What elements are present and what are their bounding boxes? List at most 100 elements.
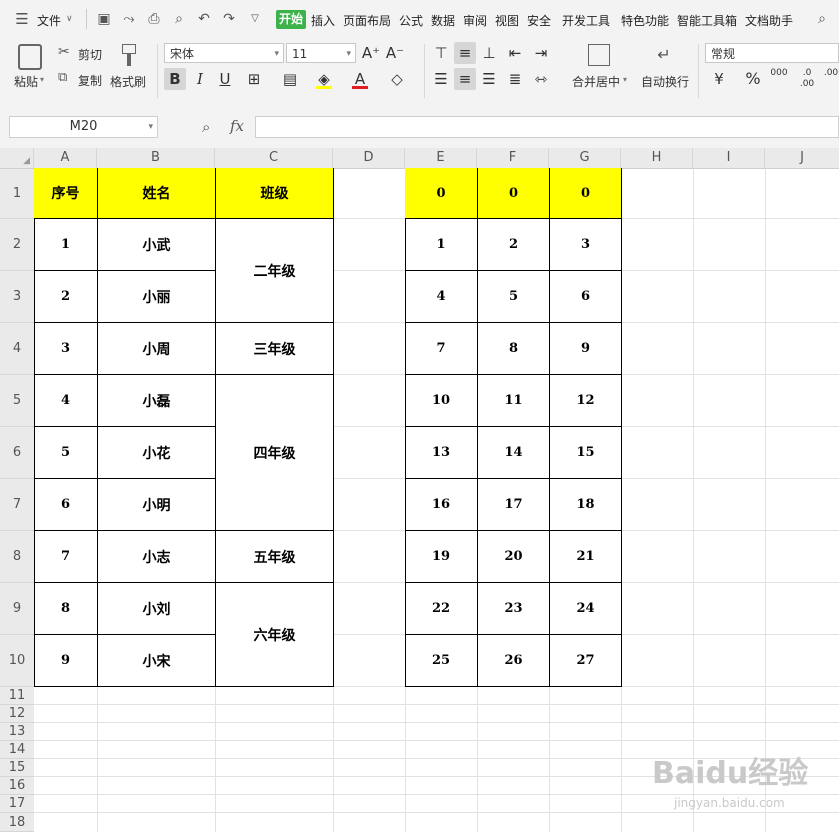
print-preview-icon[interactable]: ⌕ bbox=[171, 11, 187, 27]
font-color-icon[interactable]: A bbox=[349, 68, 371, 90]
seq-cell[interactable]: 4 bbox=[34, 375, 98, 427]
number-cell[interactable]: 2 bbox=[478, 219, 550, 271]
clear-format-icon[interactable]: ◇ bbox=[386, 68, 408, 90]
seq-cell[interactable]: 2 bbox=[34, 271, 98, 323]
column-header[interactable]: A bbox=[34, 148, 97, 168]
column-header[interactable]: F bbox=[477, 148, 549, 168]
name-box[interactable]: M20 ▾ bbox=[9, 116, 158, 138]
row-header[interactable]: 11 bbox=[0, 687, 34, 705]
number-cell[interactable]: 6 bbox=[550, 271, 622, 323]
name-cell[interactable]: 小周 bbox=[98, 323, 216, 375]
column-header[interactable]: C bbox=[215, 148, 333, 168]
number-cell[interactable]: 15 bbox=[550, 427, 622, 479]
number-cell[interactable]: 27 bbox=[550, 635, 622, 687]
zoom-search-icon[interactable]: ⌕ bbox=[202, 118, 210, 136]
decrease-indent-icon[interactable]: ⇤ bbox=[504, 42, 526, 64]
row-header[interactable]: 16 bbox=[0, 777, 34, 795]
row-header[interactable]: 1 bbox=[0, 169, 34, 219]
tab-developer[interactable]: 开发工具 bbox=[562, 12, 610, 29]
tab-data[interactable]: 数据 bbox=[431, 12, 455, 29]
wrap-text-button[interactable]: 自动换行 bbox=[641, 73, 689, 90]
grade-merged-cell[interactable]: 三年级 bbox=[216, 323, 334, 375]
justify-icon[interactable]: ≣ bbox=[504, 68, 526, 90]
number-cell[interactable]: 3 bbox=[550, 219, 622, 271]
align-middle-icon[interactable]: ≡ bbox=[454, 42, 476, 64]
name-cell[interactable]: 小丽 bbox=[98, 271, 216, 323]
number-cell[interactable]: 8 bbox=[478, 323, 550, 375]
wrap-text-icon[interactable]: ↵ bbox=[652, 44, 676, 66]
numbers-header-cell[interactable]: 0 bbox=[478, 168, 550, 219]
print-icon[interactable]: ⎙ bbox=[146, 11, 162, 27]
row-header[interactable]: 15 bbox=[0, 759, 34, 777]
customize-toolbar-icon[interactable]: ▽ bbox=[247, 11, 263, 27]
format-painter-icon[interactable] bbox=[120, 44, 138, 70]
increase-font-size-button[interactable]: A⁺ bbox=[360, 42, 382, 64]
copy-icon[interactable]: ⧉ bbox=[58, 70, 67, 85]
number-cell[interactable]: 17 bbox=[478, 479, 550, 531]
decrease-font-size-button[interactable]: A⁻ bbox=[384, 42, 406, 64]
font-name-select[interactable]: 宋体 ▾ bbox=[164, 43, 284, 63]
name-cell[interactable]: 小磊 bbox=[98, 375, 216, 427]
align-bottom-icon[interactable]: ⊥ bbox=[478, 42, 500, 64]
column-header[interactable]: I bbox=[693, 148, 765, 168]
fx-icon[interactable]: fx bbox=[230, 117, 244, 135]
align-right-icon[interactable]: ☰ bbox=[478, 68, 500, 90]
currency-icon[interactable]: ¥ bbox=[708, 68, 730, 90]
row-header[interactable]: 6 bbox=[0, 427, 34, 479]
seq-cell[interactable]: 9 bbox=[34, 635, 98, 687]
numbers-header-cell[interactable]: 0 bbox=[405, 168, 478, 219]
grade-merged-cell[interactable]: 五年级 bbox=[216, 531, 334, 583]
number-cell[interactable]: 23 bbox=[478, 583, 550, 635]
tab-insert[interactable]: 插入 bbox=[311, 12, 335, 29]
header-cell-name[interactable]: 姓名 bbox=[98, 168, 216, 219]
row-header[interactable]: 7 bbox=[0, 479, 34, 531]
fill-color-icon[interactable]: ◈ bbox=[313, 68, 335, 90]
number-cell[interactable]: 16 bbox=[405, 479, 478, 531]
seq-cell[interactable]: 3 bbox=[34, 323, 98, 375]
name-cell[interactable]: 小武 bbox=[98, 219, 216, 271]
number-cell[interactable]: 21 bbox=[550, 531, 622, 583]
name-cell[interactable]: 小花 bbox=[98, 427, 216, 479]
distributed-align-icon[interactable]: ⇿ bbox=[530, 68, 552, 90]
number-format-select[interactable]: 常规 bbox=[705, 43, 839, 63]
seq-cell[interactable]: 1 bbox=[34, 219, 98, 271]
name-cell[interactable]: 小明 bbox=[98, 479, 216, 531]
row-header[interactable]: 4 bbox=[0, 323, 34, 375]
row-header[interactable]: 17 bbox=[0, 795, 34, 813]
align-left-icon[interactable]: ☰ bbox=[430, 68, 452, 90]
tab-view[interactable]: 视图 bbox=[495, 12, 519, 29]
number-cell[interactable]: 20 bbox=[478, 531, 550, 583]
number-cell[interactable]: 19 bbox=[405, 531, 478, 583]
paste-button[interactable]: 粘贴 bbox=[14, 73, 38, 90]
column-header[interactable]: G bbox=[549, 148, 621, 168]
number-cell[interactable]: 25 bbox=[405, 635, 478, 687]
thousands-separator-icon[interactable]: 000 bbox=[768, 68, 790, 90]
paste-chevron-icon[interactable]: ▾ bbox=[40, 75, 44, 84]
number-cell[interactable]: 26 bbox=[478, 635, 550, 687]
name-cell[interactable]: 小志 bbox=[98, 531, 216, 583]
tab-security[interactable]: 安全 bbox=[527, 12, 551, 29]
seq-cell[interactable]: 8 bbox=[34, 583, 98, 635]
file-chevron-icon[interactable]: ∨ bbox=[66, 14, 73, 24]
align-top-icon[interactable]: ⊤ bbox=[430, 42, 452, 64]
row-header[interactable]: 10 bbox=[0, 635, 34, 687]
number-cell[interactable]: 1 bbox=[405, 219, 478, 271]
numbers-header-cell[interactable]: 0 bbox=[550, 168, 622, 219]
number-cell[interactable]: 18 bbox=[550, 479, 622, 531]
percent-button[interactable]: % bbox=[742, 68, 764, 90]
italic-button[interactable]: I bbox=[189, 68, 211, 90]
name-cell[interactable]: 小刘 bbox=[98, 583, 216, 635]
number-cell[interactable]: 12 bbox=[550, 375, 622, 427]
column-header[interactable]: J bbox=[765, 148, 839, 168]
number-cell[interactable]: 7 bbox=[405, 323, 478, 375]
number-cell[interactable]: 9 bbox=[550, 323, 622, 375]
tab-home[interactable]: 开始 bbox=[276, 10, 306, 29]
search-icon[interactable]: ⌕ bbox=[814, 11, 830, 27]
tab-special-features[interactable]: 特色功能 bbox=[621, 12, 669, 29]
row-header[interactable]: 2 bbox=[0, 219, 34, 271]
number-cell[interactable]: 22 bbox=[405, 583, 478, 635]
column-header[interactable]: H bbox=[621, 148, 693, 168]
merge-chevron-icon[interactable]: ▾ bbox=[623, 75, 627, 84]
fill-pattern-icon[interactable]: ▤ bbox=[279, 68, 301, 90]
column-header[interactable]: B bbox=[97, 148, 215, 168]
